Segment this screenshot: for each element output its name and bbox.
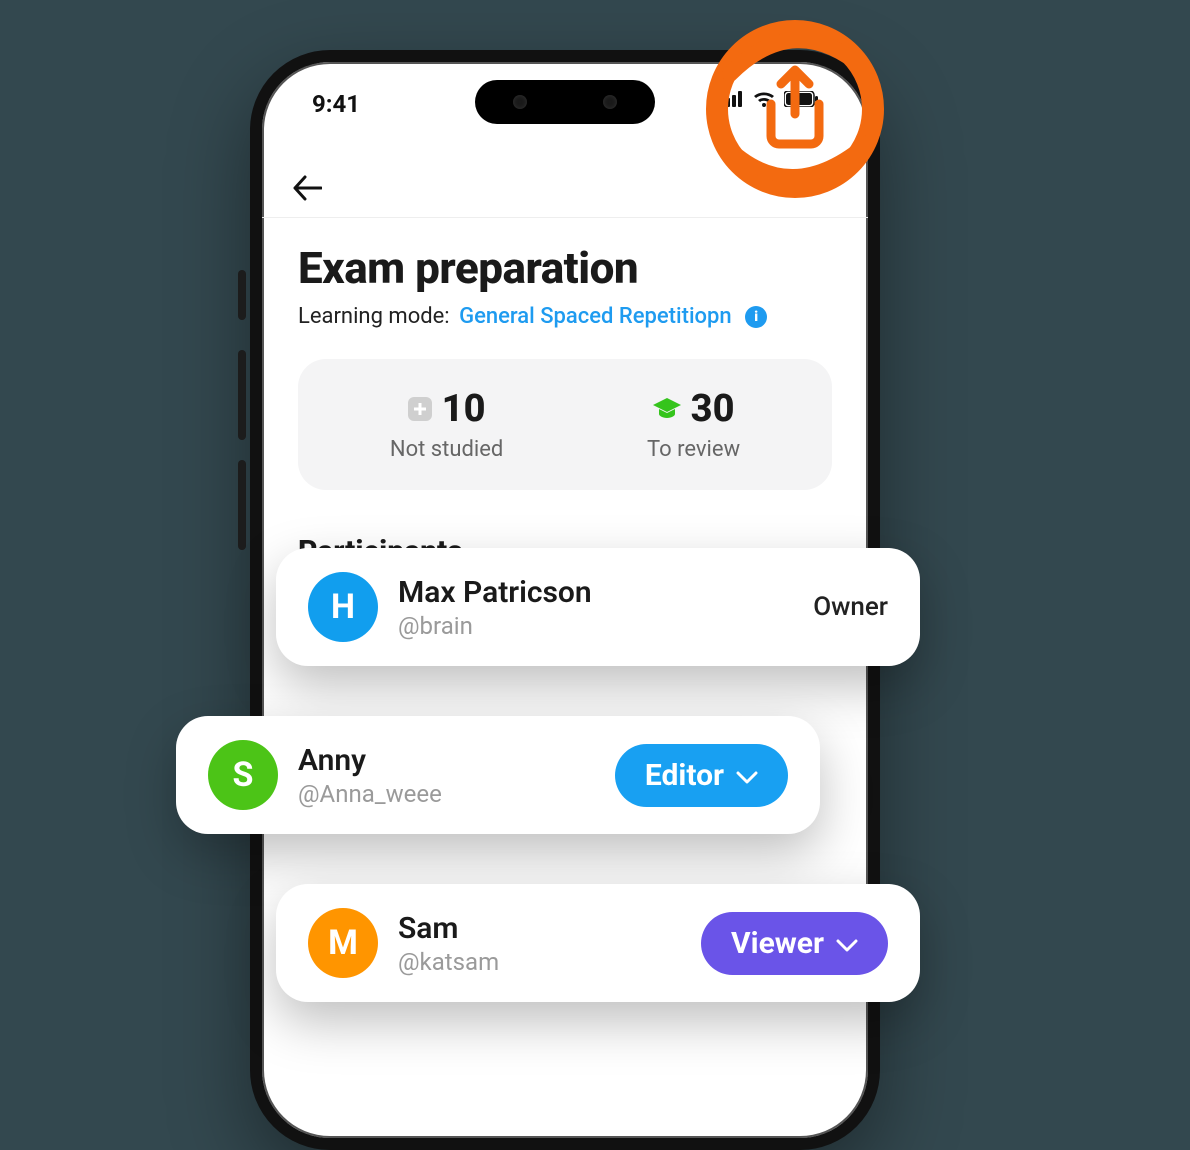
- page-title: Exam preparation: [298, 242, 832, 294]
- participant-card: M Sam @katsam Viewer: [276, 884, 920, 1002]
- role-selector-viewer[interactable]: Viewer: [701, 912, 888, 975]
- info-icon[interactable]: i: [745, 306, 767, 328]
- stat-not-studied: 10 Not studied: [390, 387, 503, 462]
- participant-card: H Max Patricson @brain Owner: [276, 548, 920, 666]
- stat-to-review: 30 To review: [647, 387, 740, 462]
- role-selector-editor[interactable]: Editor: [615, 744, 788, 807]
- role-pill-label: Viewer: [731, 926, 824, 961]
- phone-side-button: [238, 270, 246, 320]
- participant-handle: @katsam: [398, 948, 701, 976]
- participant-name: Anny: [298, 743, 615, 778]
- learning-mode-line: Learning mode: General Spaced Repetitiop…: [298, 304, 832, 329]
- participant-handle: @brain: [398, 612, 813, 640]
- back-button[interactable]: [292, 175, 322, 205]
- avatar: S: [208, 740, 278, 810]
- learning-mode-link[interactable]: General Spaced Repetitiopn: [459, 304, 732, 329]
- share-highlight[interactable]: [700, 14, 890, 204]
- avatar: M: [308, 908, 378, 978]
- phone-notch: [475, 80, 655, 124]
- graduation-cap-icon: [653, 398, 681, 420]
- phone-side-button: [238, 350, 246, 440]
- stat-not-studied-label: Not studied: [390, 437, 503, 462]
- participant-name: Sam: [398, 911, 701, 946]
- learning-mode-label: Learning mode:: [298, 304, 450, 329]
- chevron-down-icon: [736, 758, 758, 793]
- stats-box: 10 Not studied 30 To review: [298, 359, 832, 490]
- participant-card: S Anny @Anna_weee Editor: [176, 716, 820, 834]
- status-time: 9:41: [312, 90, 360, 118]
- stat-to-review-label: To review: [647, 437, 740, 462]
- share-icon: [755, 62, 835, 156]
- plus-icon: [408, 397, 432, 421]
- content: Exam preparation Learning mode: General …: [262, 242, 868, 569]
- role-pill-label: Editor: [645, 758, 724, 793]
- participant-handle: @Anna_weee: [298, 780, 615, 808]
- chevron-down-icon: [836, 926, 858, 961]
- phone-side-button: [238, 460, 246, 550]
- stat-to-review-value: 30: [691, 387, 735, 431]
- arrow-left-icon: [292, 175, 322, 201]
- participant-name: Max Patricson: [398, 575, 813, 610]
- participant-role-owner: Owner: [813, 592, 888, 622]
- stat-not-studied-value: 10: [442, 387, 486, 431]
- avatar: H: [308, 572, 378, 642]
